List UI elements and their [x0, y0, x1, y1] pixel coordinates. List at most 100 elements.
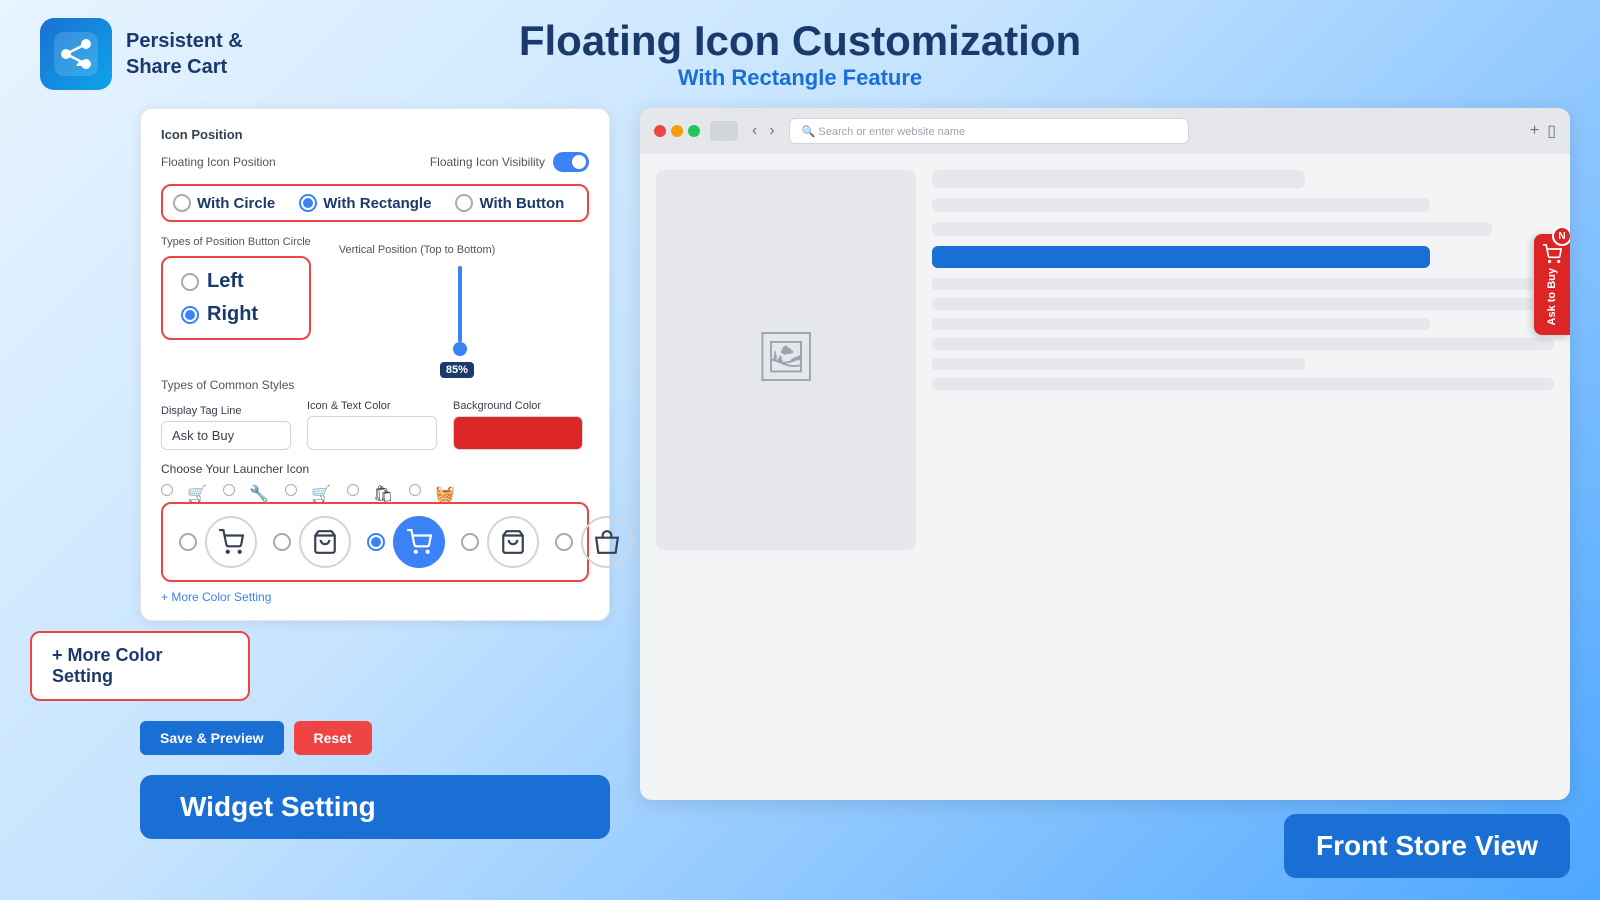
highlight-bar: [932, 246, 1430, 268]
browser-actions: + ▯: [1530, 121, 1556, 141]
browser-dots: [654, 125, 700, 137]
icon-color-label: Icon & Text Color: [307, 400, 437, 412]
copy-button[interactable]: ▯: [1547, 121, 1556, 141]
launcher-opt-5[interactable]: [555, 516, 633, 568]
position-type-label: Types of Position Button Circle: [161, 236, 311, 248]
common-styles-label: Types of Common Styles: [161, 378, 589, 392]
launcher-radio-2[interactable]: [273, 533, 291, 551]
image-icon: 🖼: [756, 328, 817, 385]
radio-left[interactable]: [181, 273, 199, 291]
launcher-opt-2[interactable]: [273, 516, 351, 568]
slider-track[interactable]: 85%: [458, 266, 462, 356]
launcher-radio-1[interactable]: [179, 533, 197, 551]
action-buttons: Save & Preview Reset: [30, 721, 610, 755]
widget-card: Icon Position Floating Icon Position Flo…: [140, 108, 610, 621]
radio-circle[interactable]: [173, 194, 191, 212]
small-icon-2: 🔧: [249, 484, 271, 498]
line-6: [932, 378, 1554, 390]
launcher-radios-small: 🛒 🔧 🛒 🛍 🧺: [161, 484, 589, 498]
small-radio-1[interactable]: [161, 484, 173, 496]
launcher-opt-1[interactable]: [179, 516, 257, 568]
icon-color-swatch[interactable]: [307, 416, 437, 450]
icon-position-title: Icon Position: [161, 127, 589, 142]
browser-bar: ‹ › 🔍 Search or enter website name + ▯: [640, 108, 1570, 154]
left-label: Left: [207, 270, 244, 293]
line-1: [932, 278, 1554, 290]
tag-line-group: Display Tag Line: [161, 405, 291, 450]
visibility-toggle[interactable]: [553, 152, 589, 172]
shape-circle[interactable]: With Circle: [173, 194, 275, 212]
browser-url-bar[interactable]: 🔍 Search or enter website name: [789, 118, 1189, 144]
line-2: [932, 298, 1554, 310]
launcher-radio-5[interactable]: [555, 533, 573, 551]
floating-position-label: Floating Icon Position: [161, 155, 276, 169]
launcher-opt-3[interactable]: [367, 516, 445, 568]
small-icon-1: 🛒: [187, 484, 209, 498]
shape-circle-label: With Circle: [197, 195, 275, 212]
cart-icon: [1542, 244, 1562, 264]
position-controls: Types of Position Button Circle Left Rig…: [161, 236, 589, 364]
line-5: [932, 358, 1305, 370]
style-fields: Display Tag Line Icon & Text Color Backg…: [161, 400, 589, 450]
more-color-big-button[interactable]: + More Color Setting: [30, 631, 250, 701]
bg-color-group: Background Color: [453, 400, 583, 450]
shape-rectangle[interactable]: With Rectangle: [299, 194, 431, 212]
widget-setting-badge[interactable]: Widget Setting: [140, 775, 610, 839]
forward-button[interactable]: ›: [765, 120, 778, 142]
floating-text: Ask to Buy: [1546, 268, 1558, 325]
sub-title: With Rectangle Feature: [519, 65, 1081, 91]
content-area: Icon Position Floating Icon Position Flo…: [0, 108, 1600, 878]
launcher-radio-4[interactable]: [461, 533, 479, 551]
detail-line-1: [932, 170, 1305, 188]
small-radio-5[interactable]: [409, 484, 421, 496]
common-styles: Types of Common Styles Display Tag Line …: [161, 378, 589, 450]
header: Persistent & Share Cart Floating Icon Cu…: [0, 0, 1600, 108]
content-lines: [932, 278, 1554, 390]
header-center: Floating Icon Customization With Rectang…: [519, 17, 1081, 91]
floating-cart-button[interactable]: N Ask to Buy: [1534, 234, 1570, 335]
tag-line-input[interactable]: [161, 421, 291, 450]
line-3: [932, 318, 1430, 330]
small-radio-2[interactable]: [223, 484, 235, 496]
icon-color-group: Icon & Text Color: [307, 400, 437, 450]
shape-button[interactable]: With Button: [455, 194, 564, 212]
save-preview-button[interactable]: Save & Preview: [140, 721, 284, 755]
vertical-slider-box: Vertical Position (Top to Bottom) 85%: [331, 236, 589, 364]
new-tab-button[interactable]: +: [1530, 121, 1539, 141]
launcher-icon-5: [581, 516, 633, 568]
product-details: [932, 170, 1554, 785]
launcher-icon-1: [205, 516, 257, 568]
small-icon-5: 🧺: [435, 484, 457, 498]
dot-green: [688, 125, 700, 137]
right-option[interactable]: Right: [181, 303, 291, 326]
launcher-opt-4[interactable]: [461, 516, 539, 568]
reset-button[interactable]: Reset: [294, 721, 372, 755]
line-4: [932, 338, 1554, 350]
shape-selector: With Circle With Rectangle With Button: [161, 184, 589, 222]
floating-badge: N: [1552, 226, 1570, 246]
launcher-radio-3[interactable]: [367, 533, 385, 551]
launcher-icon-3: [393, 516, 445, 568]
launcher-label: Choose Your Launcher Icon: [161, 462, 589, 476]
detail-line-3: [932, 222, 1492, 236]
more-color-small[interactable]: + More Color Setting: [161, 590, 589, 604]
small-icon-4: 🛍: [373, 484, 395, 498]
dot-yellow: [671, 125, 683, 137]
shape-button-label: With Button: [479, 195, 564, 212]
radio-rectangle[interactable]: [299, 194, 317, 212]
main-title: Floating Icon Customization: [519, 17, 1081, 65]
back-button[interactable]: ‹: [748, 120, 761, 142]
position-row: Floating Icon Position Floating Icon Vis…: [161, 152, 589, 172]
lr-selector: Left Right: [161, 256, 311, 340]
vertical-label: Vertical Position (Top to Bottom): [339, 244, 496, 256]
radio-right[interactable]: [181, 306, 199, 324]
right-label: Right: [207, 303, 258, 326]
slider-tooltip: 85%: [440, 362, 474, 378]
small-radio-4[interactable]: [347, 484, 359, 496]
bg-color-swatch[interactable]: [453, 416, 583, 450]
browser-content: 🖼: [640, 154, 1570, 800]
small-radio-3[interactable]: [285, 484, 297, 496]
left-option[interactable]: Left: [181, 270, 291, 293]
browser-window: ‹ › 🔍 Search or enter website name + ▯ 🖼: [640, 108, 1570, 800]
radio-button[interactable]: [455, 194, 473, 212]
